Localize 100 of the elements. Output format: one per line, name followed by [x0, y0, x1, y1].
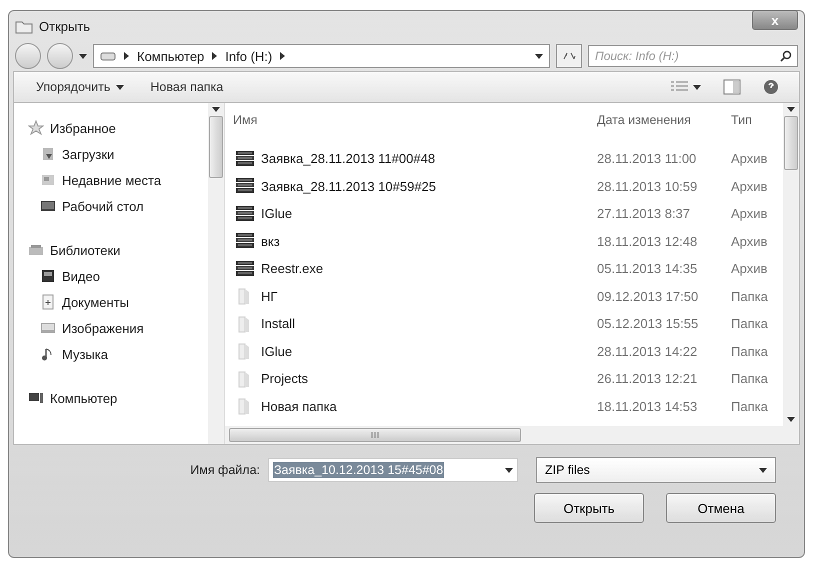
drive-icon	[100, 51, 116, 61]
archive-icon	[235, 150, 255, 168]
file-row[interactable]: Install 05.12.2013 15:55 Папка	[225, 310, 783, 338]
chevron-icon	[280, 52, 286, 60]
file-name: вкз	[261, 234, 280, 249]
file-type-dropdown[interactable]: ZIP files	[536, 457, 776, 483]
item-icon	[40, 268, 56, 284]
open-button[interactable]: Открыть	[534, 493, 644, 523]
column-header[interactable]: Имя	[225, 113, 589, 127]
scrollbar-thumb[interactable]	[784, 116, 798, 170]
dropdown-caret-icon	[535, 54, 543, 58]
file-row[interactable]: НГ 09.12.2013 17:50 Папка	[225, 282, 783, 310]
type-cell-text: Архив	[730, 206, 768, 222]
refresh-button[interactable]	[556, 44, 582, 68]
date-cell-text: 18.11.2013 14:53	[596, 398, 698, 414]
scrollbar[interactable]	[783, 103, 799, 426]
archive-icon	[235, 260, 255, 278]
sidebar-item[interactable]: Компьютер	[28, 385, 208, 411]
breadcrumb[interactable]: Info (H:)	[225, 48, 272, 64]
file-row[interactable]: Заявка_28.11.2013 11#00#48 28.11.2013 11:00 Архив	[225, 145, 783, 172]
type-cell-text: Папка	[730, 371, 769, 386]
sidebar-item[interactable]: Музыка	[28, 341, 208, 367]
sidebar-item[interactable]: Библиотеки	[28, 237, 208, 263]
up-arrow-icon	[787, 107, 795, 112]
date-cell-text: 28.11.2013 10:59	[596, 178, 698, 194]
sidebar-item[interactable]: Недавние места	[28, 167, 208, 193]
history-caret-icon	[79, 54, 87, 58]
back-button[interactable]	[15, 43, 41, 69]
cancel-button[interactable]: Отмена	[666, 493, 776, 523]
archive-icon	[235, 177, 255, 196]
item-icon	[28, 242, 44, 258]
file-name: НГ	[261, 288, 278, 304]
date-cell-text: 27.11.2013 8:37	[596, 206, 692, 222]
help-button[interactable]	[761, 77, 781, 97]
file-row[interactable]: Reestr.exe 05.11.2013 14:35 Архив	[225, 255, 783, 282]
file-row[interactable]: Заявка_28.11.2013 10#59#25 28.11.2013 10:59 Архив	[225, 172, 783, 200]
caret-icon	[759, 468, 767, 472]
item-icon	[40, 146, 56, 162]
file-row[interactable]: IGlue 27.11.2013 8:37 Архив	[225, 200, 783, 228]
file-name: Install	[261, 316, 295, 332]
item-icon	[40, 320, 56, 336]
column-header[interactable]: Дата изменения	[589, 113, 723, 127]
type-cell-text: Архив	[730, 234, 768, 249]
type-cell-text: Папка	[730, 344, 769, 359]
item-icon	[28, 120, 44, 136]
type-cell-text: Папка	[730, 398, 769, 414]
file-name: IGlue	[261, 206, 292, 222]
sidebar-item[interactable]: Загрузки	[28, 141, 208, 167]
scrollbar[interactable]	[208, 103, 224, 444]
item-icon	[40, 294, 56, 310]
filename-value: Заявка_10.12.2013 15#45#08	[273, 462, 444, 478]
sidebar-item[interactable]: Видео	[28, 263, 208, 289]
column-header[interactable]: Тип	[723, 113, 783, 127]
file-name: Заявка_28.11.2013 11#00#48	[261, 151, 436, 166]
list-view-icon	[671, 81, 689, 93]
forward-button[interactable]	[47, 43, 73, 69]
search-icon	[780, 50, 792, 62]
scrollbar-thumb[interactable]	[229, 428, 521, 442]
file-name: IGlue	[261, 344, 292, 359]
sidebar-item[interactable]: Документы	[28, 289, 208, 315]
sidebar-item[interactable]: Рабочий стол	[28, 193, 208, 219]
sidebar-item[interactable]: Избранное	[28, 115, 208, 141]
item-icon	[40, 198, 56, 214]
file-row[interactable]: Новая папка 18.11.2013 14:53 Папка	[225, 392, 783, 420]
filename-field[interactable]: Заявка_10.12.2013 15#45#08	[268, 458, 518, 482]
date-cell-text: 28.11.2013 14:22	[596, 344, 698, 359]
file-name: Projects	[261, 371, 308, 386]
caret-icon	[693, 84, 701, 90]
filename-label: Имя файла:	[190, 463, 260, 477]
window-title: Открыть	[39, 18, 92, 34]
file-row[interactable]: Projects 26.11.2013 12:21 Папка	[225, 365, 783, 392]
help-icon	[763, 79, 779, 95]
preview-pane-button[interactable]	[721, 77, 743, 97]
file-row[interactable]: IGlue 28.11.2013 14:22 Папка	[225, 338, 783, 365]
search-field[interactable]: Поиск: Info (H:)	[588, 45, 798, 67]
sidebar-item[interactable]: Изображения	[28, 315, 208, 341]
caret-icon	[116, 84, 124, 90]
new-folder-button[interactable]: Новая папка	[146, 77, 228, 97]
pane-icon	[723, 79, 741, 95]
date-cell-text: 26.11.2013 12:21	[596, 371, 698, 386]
archive-icon	[235, 204, 255, 223]
file-name: Reestr.exe	[261, 261, 324, 276]
scrollbar-thumb[interactable]	[209, 116, 223, 178]
type-cell-text: Архив	[730, 151, 768, 166]
organize-menu[interactable]: Упорядочить	[32, 77, 128, 97]
address-bar[interactable]: Компьютер Info (H:)	[93, 44, 550, 68]
file-name: Заявка_28.11.2013 10#59#25	[261, 178, 436, 194]
down-arrow-icon	[787, 417, 795, 422]
item-icon	[40, 172, 56, 188]
date-cell-text: 28.11.2013 11:00	[596, 151, 698, 166]
type-cell-text: Папка	[730, 288, 769, 304]
grip-icon	[371, 432, 379, 438]
caret-icon	[505, 468, 513, 472]
date-cell-text: 18.11.2013 12:48	[596, 234, 698, 249]
chevron-icon	[124, 52, 129, 60]
file-row[interactable]: вкз 18.11.2013 12:48 Архив	[225, 228, 783, 255]
type-cell-text: Папка	[730, 316, 769, 332]
horizontal-scrollbar[interactable]	[225, 426, 799, 444]
item-icon	[28, 390, 44, 406]
breadcrumb[interactable]: Компьютер	[137, 48, 204, 64]
